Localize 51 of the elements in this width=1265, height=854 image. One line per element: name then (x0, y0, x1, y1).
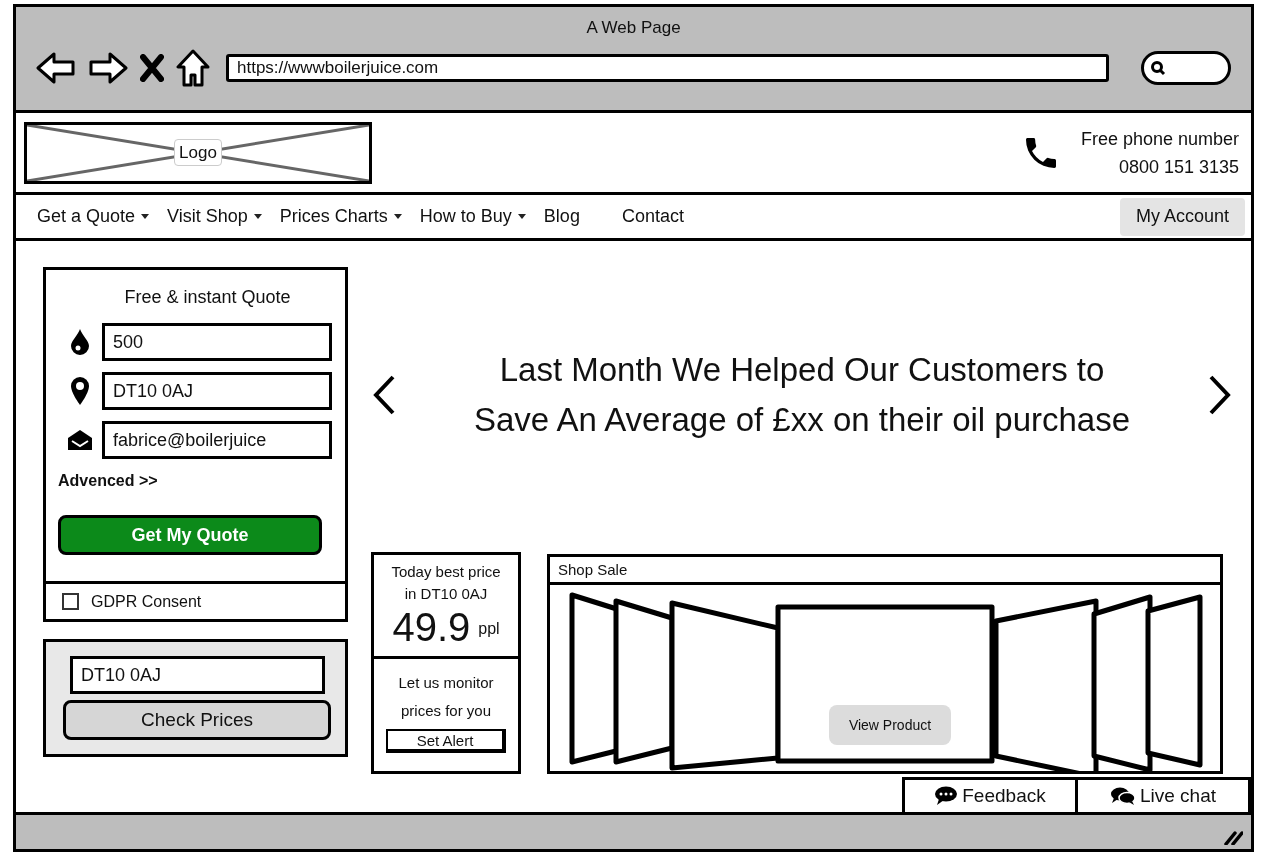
text-field[interactable]: 500 (102, 323, 332, 361)
chevron-left-icon[interactable] (371, 373, 397, 416)
nav-link[interactable]: Blog (543, 203, 580, 230)
nav-menu[interactable]: Visit Shop (167, 203, 262, 230)
forward-arrow-icon[interactable] (88, 50, 128, 85)
logo-label: Logo (174, 138, 222, 167)
postcode-field[interactable]: DT10 0AJ (70, 656, 325, 694)
banner-text: Last Month We Helped Our Customers to (499, 349, 1105, 390)
resize-grip-icon (1223, 829, 1243, 845)
check-prices-button[interactable]: Check Prices (63, 700, 331, 740)
price-unit: ppl (478, 619, 500, 639)
set-alert-button[interactable]: Set Alert (386, 729, 506, 753)
quote-title: Free & instant Quote (123, 286, 291, 309)
envelope-icon (67, 429, 93, 451)
search-icon (1150, 59, 1166, 76)
advanced-link[interactable]: Advenced >> (58, 469, 333, 493)
account-button[interactable]: My Account (1119, 197, 1245, 236)
caret-icon (141, 214, 150, 219)
nav-link[interactable]: Contact (621, 203, 684, 230)
caret-icon (393, 214, 402, 219)
view-product-button[interactable]: View Product (829, 705, 951, 745)
text-field[interactable]: fabrice@boilerjuice (102, 421, 332, 459)
back-arrow-icon[interactable] (36, 50, 76, 85)
nav-menu[interactable]: Prices Charts (279, 203, 402, 230)
close-icon[interactable] (140, 53, 164, 82)
chevron-right-icon[interactable] (1207, 373, 1233, 416)
text-field[interactable]: DT10 0AJ (102, 372, 332, 410)
nav-menu[interactable]: How to Buy (419, 203, 526, 230)
support-tab[interactable]: Live chat (1075, 777, 1251, 815)
map-pin-icon (70, 377, 90, 405)
consent-label: GDPR Consent (91, 591, 202, 612)
chat-bubbles-icon (1109, 786, 1136, 806)
price-value: 49.9 (392, 604, 471, 651)
caret-icon (253, 214, 262, 219)
window-title: A Web Page (586, 17, 681, 39)
home-icon[interactable] (176, 48, 210, 87)
monitor-text: Let us monitor prices for you (397, 673, 495, 721)
search-field[interactable] (1141, 50, 1231, 85)
best-price-label: Today best price in DT10 0AJ (390, 562, 502, 604)
caret-icon (517, 214, 526, 219)
phone-number: 0800 151 3135 (1118, 155, 1239, 179)
get-quote-button[interactable]: Get My Quote (58, 515, 322, 555)
address-bar[interactable]: https://wwwboilerjuice.com (226, 53, 1109, 82)
banner-text: Save An Average of £xx on their oil purchase (473, 399, 1131, 440)
speech-bubble-icon (934, 786, 959, 806)
nav-menu[interactable]: Get a Quote (37, 203, 150, 230)
phone-label: Free phone number (1080, 127, 1239, 151)
droplet-icon (70, 329, 90, 355)
checkbox[interactable] (62, 593, 79, 610)
support-tab[interactable]: Feedback (902, 777, 1078, 815)
shop-sale-title: Shop Sale (550, 557, 1220, 585)
